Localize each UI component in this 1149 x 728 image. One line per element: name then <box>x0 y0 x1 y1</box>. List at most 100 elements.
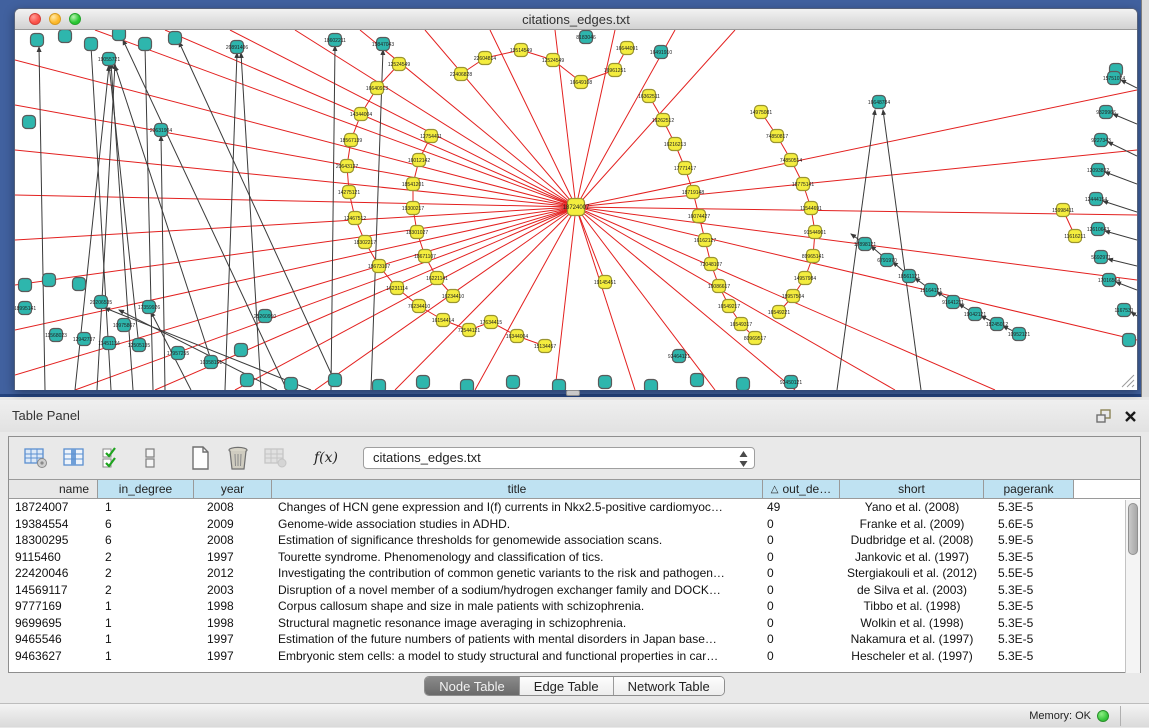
window-titlebar[interactable]: citations_edges.txt <box>15 9 1137 30</box>
table-cell: Tibbo et al. (1998) <box>840 598 984 615</box>
red-edge <box>15 207 576 330</box>
red-edge <box>15 195 576 207</box>
node-label: 18602211 <box>324 38 346 44</box>
table-row[interactable]: 1456911722003Disruption of a novel membe… <box>9 582 1140 599</box>
node-label: 12524549 <box>388 62 410 68</box>
table-row[interactable]: 1872400712008Changes of HCN gene express… <box>9 499 1140 516</box>
table-row[interactable]: 969969511998Structural magnetic resonanc… <box>9 615 1140 632</box>
node-label: 16549221 <box>768 310 790 316</box>
close-icon[interactable] <box>1124 410 1137 423</box>
table-cell: 5.3E-5 <box>984 648 1074 665</box>
tab-edge-table[interactable]: Edge Table <box>520 677 614 695</box>
row-height-icon[interactable] <box>135 443 165 473</box>
column-header[interactable]: in_degree <box>98 480 194 498</box>
network-node[interactable] <box>23 116 36 129</box>
column-header[interactable]: year <box>194 480 272 498</box>
table-row[interactable]: 946554611997Estimation of the future num… <box>9 631 1140 648</box>
node-label: 16640913 <box>366 86 388 92</box>
node-label: 11544691 <box>800 206 822 212</box>
table-cell: de Silva et al. (2003) <box>840 582 984 599</box>
tab-node-table[interactable]: Node Table <box>425 677 520 695</box>
network-node[interactable] <box>59 30 72 43</box>
node-label: 10358151 <box>200 360 222 366</box>
table-select[interactable]: citations_edges.txt <box>363 447 755 469</box>
node-label: 12754411 <box>420 134 442 140</box>
node-label: 15998411 <box>1052 208 1074 214</box>
table-row[interactable]: 911546021997Tourette syndrome. Phenomeno… <box>9 549 1140 566</box>
network-node[interactable] <box>1123 334 1136 347</box>
memory-status-icon[interactable] <box>1097 710 1109 722</box>
node-label: 18719148 <box>682 190 704 196</box>
network-node[interactable] <box>285 378 298 391</box>
minimize-window-button[interactable] <box>49 13 61 25</box>
network-node[interactable] <box>43 274 56 287</box>
node-label: 19055721 <box>98 57 120 63</box>
node-label: 16234410 <box>442 294 464 300</box>
network-node[interactable] <box>553 380 566 391</box>
table-row[interactable]: 2242004622012Investigating the contribut… <box>9 565 1140 582</box>
node-label: 20206535 <box>90 300 112 306</box>
resize-grip-icon[interactable] <box>1119 372 1135 388</box>
network-node[interactable] <box>329 374 342 387</box>
network-node[interactable] <box>691 374 704 387</box>
import-table-icon <box>261 443 291 473</box>
table-settings-icon[interactable] <box>21 443 51 473</box>
network-node[interactable] <box>645 380 658 391</box>
column-header[interactable]: short <box>840 480 984 498</box>
delete-table-icon[interactable] <box>223 443 253 473</box>
node-label: 25260950 <box>254 314 276 320</box>
node-label: 14344004 <box>350 112 372 118</box>
network-node[interactable] <box>373 380 386 391</box>
network-node[interactable] <box>417 376 430 389</box>
network-node[interactable] <box>85 38 98 51</box>
network-node[interactable] <box>19 279 32 292</box>
scrollbar-thumb[interactable] <box>1128 503 1138 555</box>
network-node[interactable] <box>31 34 44 47</box>
node-label: 14275121 <box>338 190 360 196</box>
network-canvas[interactable]: 1872400712524549166409131434400418567139… <box>15 30 1137 390</box>
node-label: 18301027 <box>406 230 428 236</box>
new-table-icon[interactable] <box>185 443 215 473</box>
node-label: 11616211 <box>1064 234 1086 240</box>
network-node[interactable] <box>461 380 474 391</box>
zoom-window-button[interactable] <box>69 13 81 25</box>
close-window-button[interactable] <box>29 13 41 25</box>
black-edge <box>1105 172 1137 184</box>
table-cell: 1 <box>98 631 194 648</box>
table-cell: 0 <box>763 582 840 599</box>
table-cell: 9465546 <box>9 631 98 648</box>
table-row[interactable]: 946362711997Embryonic stem cells: a mode… <box>9 648 1140 665</box>
network-node[interactable] <box>139 38 152 51</box>
table-cell: 2 <box>98 549 194 566</box>
select-columns-icon[interactable] <box>97 443 127 473</box>
show-columns-icon[interactable] <box>59 443 89 473</box>
network-node[interactable] <box>169 32 182 45</box>
network-node[interactable] <box>599 376 612 389</box>
column-header[interactable]: pagerank <box>984 480 1074 498</box>
node-label: 80969517 <box>744 336 766 342</box>
float-window-icon[interactable] <box>1096 409 1111 423</box>
table-scrollbar[interactable] <box>1125 500 1140 673</box>
node-label: 8183046 <box>576 35 596 41</box>
network-node[interactable] <box>241 374 254 387</box>
network-node[interactable] <box>73 278 86 291</box>
network-node[interactable] <box>235 344 248 357</box>
table-row[interactable]: 977716911998Corpus callosum shape and si… <box>9 598 1140 615</box>
network-node[interactable] <box>113 30 126 41</box>
function-builder-icon[interactable]: f(x) <box>311 443 341 473</box>
panel-divider-handle[interactable] <box>566 390 580 396</box>
table-row[interactable]: 1830029562008Estimation of significance … <box>9 532 1140 549</box>
column-header[interactable]: title <box>272 480 763 498</box>
network-window[interactable]: citations_edges.txt 18724007125245491664… <box>14 8 1138 390</box>
node-label: 16262512 <box>652 118 674 124</box>
red-edge <box>555 207 576 390</box>
table-cell: 1997 <box>194 549 272 566</box>
network-node[interactable] <box>737 378 750 391</box>
node-label: 16344004 <box>506 334 528 340</box>
black-edge <box>123 40 285 386</box>
network-node[interactable] <box>507 376 520 389</box>
table-row[interactable]: 1938455462009Genome-wide association stu… <box>9 516 1140 533</box>
column-header[interactable]: △out_de… <box>763 480 840 498</box>
tab-network-table[interactable]: Network Table <box>614 677 724 695</box>
column-header[interactable]: name <box>9 480 98 498</box>
